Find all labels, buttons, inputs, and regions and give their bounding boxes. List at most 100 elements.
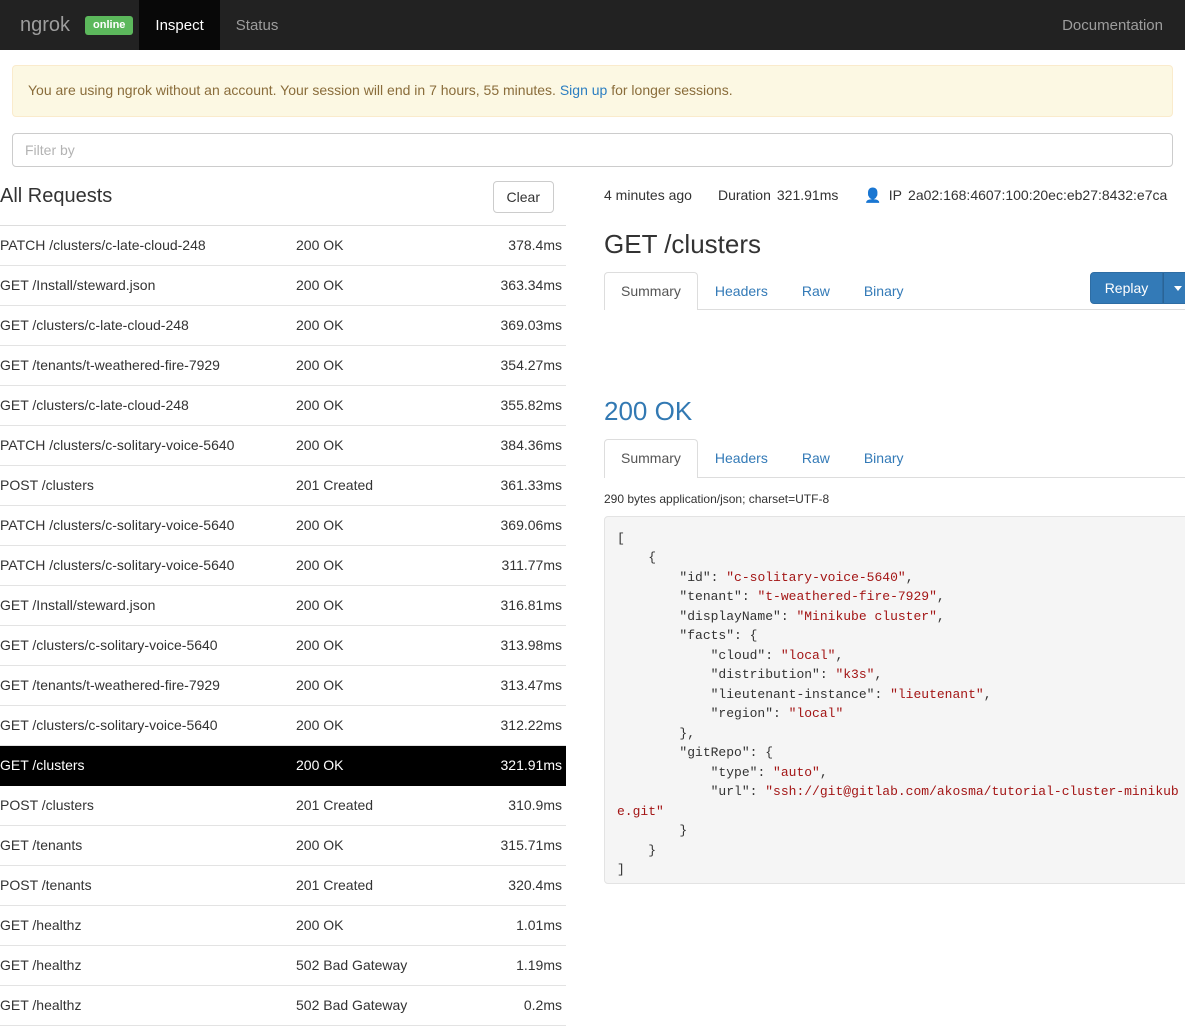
request-status: 200 OK xyxy=(296,437,344,454)
table-row[interactable]: PATCH /clusters/c-solitary-voice-5640 200… xyxy=(0,506,566,546)
request-tab-body xyxy=(604,310,1185,370)
table-row[interactable]: GET /healthz 502 Bad Gateway 0.2ms xyxy=(0,986,566,1026)
request-duration: 369.03ms xyxy=(500,317,562,334)
session-alert: You are using ngrok without an account. … xyxy=(12,65,1173,117)
response-title: 200 OK xyxy=(604,396,693,427)
request-duration: 320.4ms xyxy=(508,877,562,894)
request-tab-headers[interactable]: Headers xyxy=(698,272,785,311)
request-duration: 384.36ms xyxy=(500,437,562,454)
request-status: 200 OK xyxy=(296,717,344,734)
request-path: GET /Install/steward.json xyxy=(0,277,156,294)
request-duration: 1.01ms xyxy=(516,917,562,934)
table-row[interactable]: POST /tenants 201 Created 320.4ms xyxy=(0,866,566,906)
requests-panel: All Requests Clear PATCH /clusters/c-lat… xyxy=(0,167,566,1026)
nav-link-inspect[interactable]: Inspect xyxy=(139,0,220,50)
request-duration: 316.81ms xyxy=(500,597,562,614)
request-path: PATCH /clusters/c-solitary-voice-5640 xyxy=(0,517,235,534)
request-path: GET /healthz xyxy=(0,957,82,974)
table-row[interactable]: GET /clusters/c-late-cloud-248 200 OK 369.… xyxy=(0,306,566,346)
response-tab-binary[interactable]: Binary xyxy=(847,439,921,478)
table-row[interactable]: GET /Install/steward.json 200 OK 363.34ms xyxy=(0,266,566,306)
request-status: 200 OK xyxy=(296,637,344,654)
request-status: 200 OK xyxy=(296,517,344,534)
request-meta: 4 minutes ago Duration 321.91ms 👤 IP 2a02:1… xyxy=(604,167,1185,203)
table-row[interactable]: GET /clusters/c-solitary-voice-5640 200 O… xyxy=(0,706,566,746)
request-duration: 1.19ms xyxy=(516,957,562,974)
brand-logo[interactable]: ngrok xyxy=(0,0,85,50)
response-tab-raw[interactable]: Raw xyxy=(785,439,847,478)
request-status: 200 OK xyxy=(296,277,344,294)
request-duration: 369.06ms xyxy=(500,517,562,534)
request-status: 502 Bad Gateway xyxy=(296,997,408,1014)
request-status: 200 OK xyxy=(296,837,344,854)
clear-button[interactable]: Clear xyxy=(492,180,554,213)
request-status: 201 Created xyxy=(296,877,374,894)
request-tab-binary[interactable]: Binary xyxy=(847,272,921,311)
replay-button-group: Replay xyxy=(1089,272,1185,305)
response-tabs: Summary Headers Raw Binary xyxy=(604,439,1185,478)
request-status: 200 OK xyxy=(296,357,344,374)
replay-dropdown-button[interactable] xyxy=(1163,272,1185,305)
response-tab-headers[interactable]: Headers xyxy=(698,439,785,478)
request-path: PATCH /clusters/c-solitary-voice-5640 xyxy=(0,437,235,454)
request-status: 200 OK xyxy=(296,597,344,614)
request-status: 200 OK xyxy=(296,397,344,414)
duration-label: Duration xyxy=(717,186,771,203)
nav-link-status[interactable]: Status xyxy=(220,0,295,50)
request-path: POST /clusters xyxy=(0,797,94,814)
table-row[interactable]: PATCH /clusters/c-late-cloud-248 200 OK 37… xyxy=(0,226,566,266)
table-row[interactable]: GET /tenants/t-weathered-fire-7929 200 OK… xyxy=(0,346,566,386)
request-path: GET /clusters/c-late-cloud-248 xyxy=(0,317,189,334)
nav-right: Documentation xyxy=(1046,0,1185,50)
sign-up-link[interactable]: Sign up xyxy=(560,82,607,98)
table-row[interactable]: PATCH /clusters/c-solitary-voice-5640 200… xyxy=(0,546,566,586)
alert-text-after: for longer sessions. xyxy=(607,82,733,98)
request-path: POST /clusters xyxy=(0,477,94,494)
table-row[interactable]: GET /healthz 200 OK 1.01ms xyxy=(0,906,566,946)
table-row[interactable]: GET /tenants 200 OK 315.71ms xyxy=(0,826,566,866)
request-tab-raw[interactable]: Raw xyxy=(785,272,847,311)
request-tabs: Summary Headers Raw Binary Replay xyxy=(604,271,1185,311)
table-row[interactable]: POST /clusters 201 Created 310.9ms xyxy=(0,786,566,826)
request-path: PATCH /clusters/c-late-cloud-248 xyxy=(0,237,206,254)
request-status: 201 Created xyxy=(296,477,374,494)
request-path: GET /tenants/t-weathered-fire-7929 xyxy=(0,677,220,694)
request-status: 200 OK xyxy=(296,917,344,934)
nav-link-documentation[interactable]: Documentation xyxy=(1046,0,1185,50)
ip-meta: 👤 IP 2a02:168:4607:100:20ec:eb27:8432:e7ca xyxy=(864,187,1167,203)
response-tab-summary[interactable]: Summary xyxy=(604,439,698,478)
table-row[interactable]: GET /clusters/c-solitary-voice-5640 200 O… xyxy=(0,626,566,666)
page-title: All Requests xyxy=(0,185,113,208)
request-path: GET /healthz xyxy=(0,997,82,1014)
navbar: ngrok online Inspect Status Documentatio… xyxy=(0,0,1185,50)
table-row[interactable]: GET /clusters 200 OK 321.91ms xyxy=(0,745,566,786)
table-row[interactable]: GET /healthz 502 Bad Gateway 1.19ms xyxy=(0,946,566,986)
requests-list: PATCH /clusters/c-late-cloud-248 200 OK 37… xyxy=(0,224,566,1026)
request-path: GET /clusters xyxy=(0,757,85,774)
request-duration: 355.82ms xyxy=(500,397,562,414)
table-row[interactable]: GET /Install/steward.json 200 OK 316.81ms xyxy=(0,586,566,626)
request-path: GET /healthz xyxy=(0,917,82,934)
filter-input[interactable] xyxy=(12,132,1173,167)
request-tab-summary[interactable]: Summary xyxy=(604,271,698,311)
table-row[interactable]: GET /tenants/t-weathered-fire-7929 200 OK… xyxy=(0,666,566,706)
request-duration: 0.2ms xyxy=(523,997,562,1014)
table-row[interactable]: GET /clusters/c-late-cloud-248 200 OK 355.… xyxy=(0,386,566,426)
request-title: GET /clusters xyxy=(604,228,762,259)
response-body-json: [ { "id": "c-solitary-voice-5640", "tena… xyxy=(604,515,1185,884)
filter-wrap xyxy=(0,117,1185,167)
duration-meta: Duration 321.91ms xyxy=(718,187,838,203)
request-duration: 311.77ms xyxy=(501,557,562,574)
response-content-type: 290 bytes application/json; charset=UTF-… xyxy=(604,491,830,506)
request-duration: 313.98ms xyxy=(500,637,562,654)
request-duration: 361.33ms xyxy=(500,477,562,494)
request-duration: 354.27ms xyxy=(500,357,562,374)
replay-button[interactable]: Replay xyxy=(1089,272,1164,305)
request-path: POST /tenants xyxy=(0,877,92,894)
alert-text-before: You are using ngrok without an account. … xyxy=(28,82,560,98)
table-row[interactable]: POST /clusters 201 Created 361.33ms xyxy=(0,466,566,506)
table-row[interactable]: PATCH /clusters/c-solitary-voice-5640 200… xyxy=(0,426,566,466)
request-duration: 315.71ms xyxy=(500,837,562,854)
request-duration: 378.4ms xyxy=(508,237,562,254)
time-ago: 4 minutes ago xyxy=(604,186,692,203)
